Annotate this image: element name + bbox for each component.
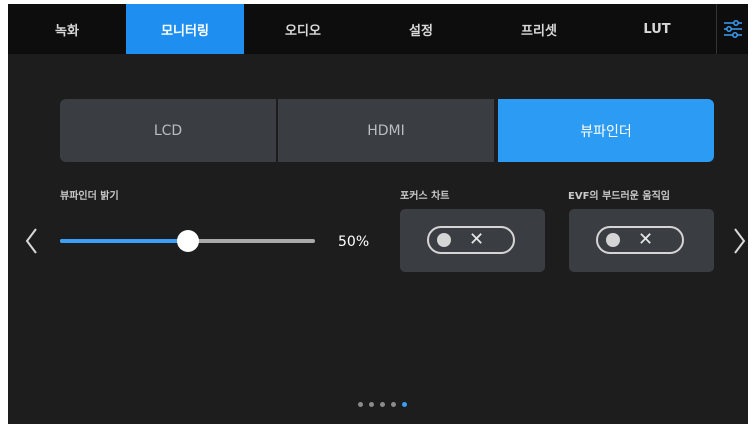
- close-icon: ✕: [638, 229, 654, 250]
- output-option-viewfinder[interactable]: 뷰파인더: [498, 99, 714, 162]
- chevron-left-icon: [25, 228, 37, 254]
- option-label: HDMI: [367, 122, 405, 139]
- tab-label: 녹화: [55, 23, 79, 39]
- output-option-lcd[interactable]: LCD: [60, 99, 276, 162]
- toggle-knob: [437, 233, 451, 247]
- tab-label: 모니터링: [161, 23, 209, 39]
- option-label: 뷰파인더: [580, 123, 632, 140]
- slider-thumb[interactable]: [176, 230, 199, 252]
- next-page-button[interactable]: [730, 226, 748, 256]
- monitoring-screen: 녹화 모니터링 오디오 설정 프리셋 LUT LCD HDMI 뷰파인더 뷰파인…: [8, 4, 748, 424]
- tab-record[interactable]: 녹화: [8, 4, 126, 54]
- tab-lut[interactable]: LUT: [598, 4, 716, 54]
- toggle-knob: [606, 233, 620, 247]
- tab-label: LUT: [643, 21, 671, 37]
- page-dot[interactable]: [402, 402, 407, 407]
- brightness-label: 뷰파인더 밝기: [60, 191, 119, 202]
- settings-menu-button[interactable]: [716, 4, 748, 54]
- prev-page-button[interactable]: [22, 226, 42, 256]
- top-tab-bar: 녹화 모니터링 오디오 설정 프리셋 LUT: [8, 4, 748, 54]
- page-dot[interactable]: [358, 402, 363, 407]
- chevron-right-icon: [734, 228, 746, 254]
- sliders-icon: [724, 20, 742, 38]
- tab-label: 설정: [409, 23, 433, 39]
- page-indicator: [358, 402, 407, 407]
- close-icon: ✕: [469, 229, 485, 250]
- brightness-slider[interactable]: [60, 230, 315, 252]
- tab-presets[interactable]: 프리셋: [480, 4, 598, 54]
- tab-monitoring[interactable]: 모니터링: [126, 4, 244, 54]
- brightness-value: 50%: [338, 234, 370, 250]
- focus-chart-card: ✕: [400, 209, 545, 272]
- option-label: LCD: [153, 122, 183, 139]
- output-option-hdmi[interactable]: HDMI: [278, 99, 494, 162]
- tab-setup[interactable]: 설정: [362, 4, 480, 54]
- focus-chart-toggle[interactable]: ✕: [427, 226, 515, 254]
- evf-smooth-label: EVF의 부드러운 움직임: [568, 191, 670, 202]
- tab-label: 오디오: [285, 23, 321, 39]
- page-dot[interactable]: [380, 402, 385, 407]
- focus-chart-label: 포커스 차트: [400, 191, 450, 202]
- tab-label: 프리셋: [521, 23, 557, 39]
- slider-fill: [60, 239, 188, 243]
- page-dot[interactable]: [391, 402, 396, 407]
- evf-smooth-toggle[interactable]: ✕: [596, 226, 684, 254]
- page-dot[interactable]: [369, 402, 374, 407]
- evf-smooth-card: ✕: [569, 209, 714, 272]
- tab-audio[interactable]: 오디오: [244, 4, 362, 54]
